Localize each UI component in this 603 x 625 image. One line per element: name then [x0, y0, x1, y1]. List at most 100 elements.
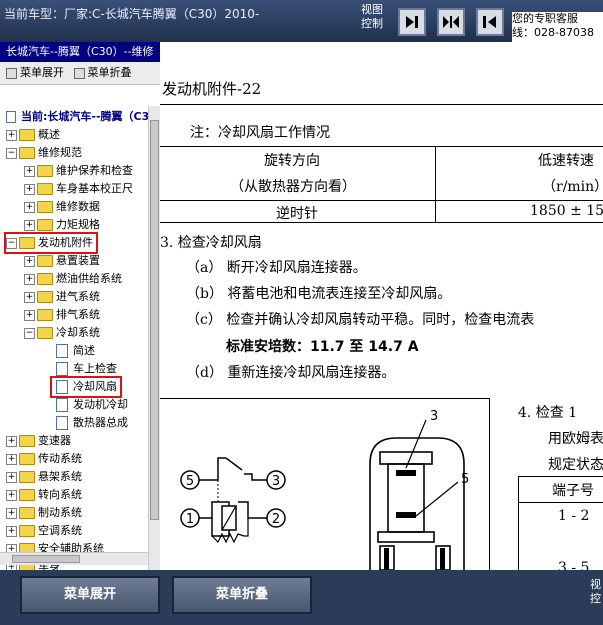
tree-item-cooling-fan[interactable]: 冷却风扇 [50, 376, 122, 398]
book-icon [6, 111, 16, 123]
step-a: （a） 断开冷却风扇连接器。 [186, 260, 367, 276]
table-header-direction-sub: （从散热器方向看） [230, 179, 356, 195]
expand-plus-icon: + [24, 255, 35, 267]
table-header-speed: 低速转速 [538, 153, 594, 169]
folder-icon [37, 309, 53, 321]
scrollbar-thumb[interactable] [150, 120, 159, 520]
folder-icon [19, 525, 35, 537]
step-4-line2: 用欧姆表 [548, 431, 603, 447]
service-line1: 您的专职客服 [512, 12, 578, 25]
tree-item-brakes[interactable]: + 制动系统 [6, 504, 82, 522]
tree-item-suspension[interactable]: + 悬架系统 [6, 468, 82, 486]
view-control-line1: 视图 [361, 3, 383, 16]
tree-item-air-conditioning[interactable]: + 空调系统 [6, 522, 82, 540]
pin-label-5: 5 [186, 474, 194, 489]
title-rule [160, 104, 603, 105]
folder-open-icon [19, 147, 35, 159]
tree-item-repair-data[interactable]: + 维修数据 [24, 198, 100, 216]
expand-plus-icon: + [6, 507, 17, 519]
callout-3: 3 [430, 409, 438, 424]
tree-item-maintenance[interactable]: + 维护保养和检查 [24, 162, 133, 180]
page-title: 发动机附件-22 [162, 80, 262, 98]
split-view-button[interactable] [437, 8, 465, 36]
step-b: （b） 将蓄电池和电流表连接至冷却风扇。 [186, 286, 452, 302]
tree-item-steering[interactable]: + 转向系统 [6, 486, 82, 504]
folder-icon [19, 453, 35, 465]
document-icon [56, 398, 68, 412]
tree-item-engine-accessories[interactable]: − 发动机附件 [4, 232, 98, 254]
pin-label-2: 2 [272, 512, 280, 527]
folder-icon [19, 489, 35, 501]
bottom-toolbar: 菜单展开 菜单折叠 视 控 [0, 570, 603, 625]
scrollbar-thumb[interactable] [12, 555, 80, 563]
tree-item-torque-specs[interactable]: + 力矩规格 [24, 216, 100, 234]
folder-icon [19, 507, 35, 519]
relay-schematic: 5 3 1 2 [180, 457, 286, 544]
folder-icon [37, 273, 53, 285]
expand-plus-icon: + [24, 201, 35, 213]
folder-icon [37, 183, 53, 195]
tree-item-fuel-system[interactable]: + 燃油供给系统 [24, 270, 122, 288]
tree-item-onboard-check[interactable]: 车上检查 [56, 360, 117, 378]
terminal-header: 端子号 [552, 483, 594, 499]
document-icon [56, 344, 68, 358]
collapse-minus-icon: − [24, 327, 35, 339]
expand-plus-icon: + [6, 489, 17, 501]
expand-plus-icon: + [6, 435, 17, 447]
tree-item-engine-coolant[interactable]: 发动机冷却 [56, 396, 128, 414]
tree-item-transmission[interactable]: + 变速器 [6, 432, 71, 450]
folder-icon [19, 471, 35, 483]
expand-plus-icon: + [24, 291, 35, 303]
view-control-label-bottom: 视 控 [590, 578, 601, 605]
service-info: 您的专职客服 线：028-87038 [512, 12, 603, 42]
folder-icon [19, 435, 35, 447]
expand-plus-icon: + [6, 453, 17, 465]
menu-collapse-button[interactable]: 菜单折叠 [172, 576, 312, 614]
folder-icon [37, 255, 53, 267]
folder-icon [37, 201, 53, 213]
folder-open-icon [19, 237, 35, 249]
tree-item-overview[interactable]: + 概述 [6, 126, 60, 144]
callout-5: 5 [461, 472, 469, 487]
step-c: （c） 检查并确认冷却风扇转动平稳。同时，检查电流表 [186, 312, 535, 328]
folder-icon [37, 291, 53, 303]
menu-expand-button[interactable]: 菜单展开 [20, 576, 160, 614]
tree-item-cooling-system[interactable]: − 冷却系统 [24, 324, 100, 342]
view-control-line2: 控制 [361, 17, 383, 30]
step-4-line3: 规定状态 [548, 457, 603, 473]
pin-label-1: 1 [186, 512, 194, 527]
table-header-speed-unit: （r/min） [542, 179, 603, 195]
tree-item-repair-specs[interactable]: − 维修规范 [6, 144, 82, 162]
tree-current-node[interactable]: 当前:长城汽车--腾翼（C30 [6, 108, 148, 126]
tree-item-mounts[interactable]: + 悬置装置 [24, 252, 100, 270]
tree-item-intake-system[interactable]: + 进气系统 [24, 288, 100, 306]
nav-tree: 当前:长城汽车--腾翼（C30 + 概述 − 维修规范 + 维护保养和检查 + 车身基本… [0, 106, 148, 570]
tree-item-exhaust-system[interactable]: + 排气系统 [24, 306, 100, 324]
next-page-button[interactable] [398, 8, 426, 36]
document-icon [56, 380, 68, 394]
arrow-left-bar-icon [483, 16, 496, 28]
document-icon [56, 416, 68, 430]
terminal-row-1: 1 - 2 [558, 508, 590, 524]
service-line2: 线：028-87038 [512, 26, 594, 39]
collapse-minus-icon: − [6, 147, 17, 159]
menu-collapse-link[interactable]: 菜单折叠 [73, 62, 132, 84]
arrow-right-bar-icon [406, 16, 418, 28]
vehicle-label: 当前车型：厂家:C-长城汽车腾翼（C30）2010- [4, 7, 260, 21]
tree-item-body-dimensions[interactable]: + 车身基本校正尺 [24, 180, 133, 198]
pin-label-3: 3 [272, 474, 280, 489]
folder-icon [37, 165, 53, 177]
tree-item-description[interactable]: 简述 [56, 342, 95, 360]
prev-page-button[interactable] [476, 8, 504, 36]
tree-item-drivetrain[interactable]: + 传动系统 [6, 450, 82, 468]
tree-item-radiator-assembly[interactable]: 散热器总成 [56, 414, 128, 432]
step-3-title: 3. 检查冷却风扇 [160, 235, 262, 251]
expand-plus-icon: + [24, 219, 35, 231]
fan-note: 注：冷却风扇工作情况 [190, 125, 330, 141]
document-icon [56, 362, 68, 376]
expand-icon [6, 67, 17, 79]
menu-expand-link[interactable]: 菜单展开 [6, 62, 64, 84]
tree-horizontal-scrollbar[interactable] [0, 552, 148, 565]
relay-body-drawing: 3 5 [369, 409, 469, 570]
folder-open-icon [37, 327, 53, 339]
